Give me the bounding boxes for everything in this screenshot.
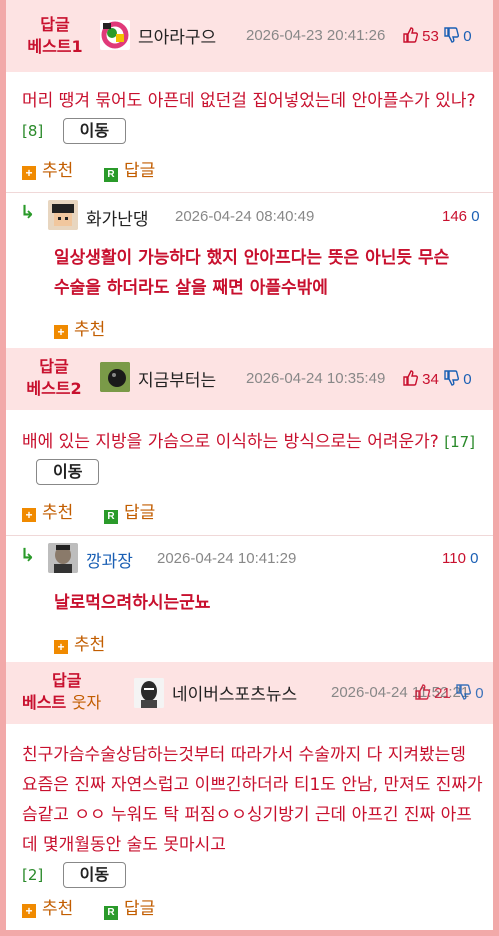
reply-count: [17] [444,433,476,451]
nickname[interactable]: 화가난댕 [86,205,149,230]
plus-icon: + [22,508,36,522]
plus-icon: + [54,640,68,654]
comment-date: 2026-04-24 10:35:49 [246,370,386,387]
recommend-button[interactable]: + 추천 [22,498,73,523]
comment-body: 친구가슴수술상담하는것부터 따라가서 수술까지 다 지켜봤는뎅 요즘은 진짜 자… [22,740,484,890]
avatar[interactable] [134,678,164,708]
reply-label: 답글 [124,503,156,523]
best-badge: 답글 베스트 웃자 [16,670,116,714]
vote-counts: 53 0 [402,27,472,47]
comment-text: 배에 있는 지방을 가슴으로 이식하는 방식으로는 어려운가? [22,432,439,452]
recommend-label: 추천 [74,320,106,340]
vote-counts: 110 0 [442,550,478,567]
nickname[interactable]: 깡과장 [86,547,133,572]
move-button[interactable]: 이동 [36,459,100,485]
recommend-button[interactable]: + 추천 [54,630,105,655]
recommend-label: 추천 [74,635,106,655]
plus-icon: + [54,325,68,339]
nickname[interactable]: 네이버스포츠뉴스 [172,680,297,705]
best-badge-bottom: 베스트2 [26,379,82,398]
reply-r-icon: R [104,906,118,920]
downvote-count: 0 [463,370,472,388]
downvote-count: 0 [463,27,472,45]
divider [6,192,493,193]
upvote-count: 53 [422,27,439,45]
comment-list: 답글 베스트1 므아라구으 2026-04-23 20:41:26 53 0 머… [6,0,493,930]
best-badge: 답글 베스트1 [20,14,90,58]
recommend-button[interactable]: + 추천 [22,156,73,181]
reply-r-icon: R [104,510,118,524]
upvote-count: 21 [434,684,451,702]
best-badge-bottom: 베스트 [22,693,67,712]
avatar[interactable] [48,543,78,573]
recommend-button[interactable]: + 추천 [54,315,105,340]
recommend-label: 추천 [42,899,74,919]
reply-label: 답글 [124,899,156,919]
comment-body: 날로먹으려하시는군뇨 [54,593,211,613]
nickname[interactable]: 므아라구으 [138,23,216,48]
category-tag[interactable]: 웃자 [72,693,101,712]
downvote-count: 0 [470,550,479,567]
thumbs-up-icon[interactable] [402,370,418,390]
reply-button[interactable]: R 답글 [104,894,155,920]
best-badge-top: 답글 [40,15,70,34]
reply-count: [2] [22,866,44,884]
comment-date: 2026-04-24 08:40:49 [175,208,315,225]
comment-body: 머리 땡겨 묶어도 아픈데 없던걸 집어넣었는데 안아플수가 있나? [8] 이… [22,86,482,146]
upvote-count: 146 [442,208,468,225]
vote-counts: 21 0 [414,684,484,704]
reply-arrow-icon: ↳ [20,545,36,566]
reply-r-icon: R [104,168,118,182]
comment-body: 배에 있는 지방을 가슴으로 이식하는 방식으로는 어려운가? [17] 이동 [22,427,482,487]
best-badge-bottom: 베스트1 [27,37,83,56]
nickname[interactable]: 지금부터는 [138,366,216,391]
best-badge-top: 답글 [39,357,69,376]
reply-arrow-icon: ↳ [20,202,36,223]
plus-icon: + [22,904,36,918]
best-badge-top: 답글 [52,671,82,690]
vote-counts: 34 0 [402,370,472,390]
comment-body: 일상생활이 가능하다 했지 안아프다는 뜻은 아닌듯 무슨 수술을 하더라도 살… [54,248,450,298]
thumbs-down-icon[interactable] [443,27,460,47]
reply-button[interactable]: R 답글 [104,498,155,524]
best-badge: 답글 베스트2 [14,356,94,400]
upvote-count: 34 [422,370,439,388]
thumbs-down-icon[interactable] [443,370,460,390]
downvote-count: 0 [471,208,480,225]
plus-icon: + [22,166,36,180]
comment-date: 2026-04-24 10:41:29 [157,550,297,567]
reply-count: [8] [22,122,44,140]
comment-date: 2026-04-23 20:41:26 [246,27,386,44]
move-button[interactable]: 이동 [62,118,127,144]
reply-label: 답글 [124,161,156,181]
comment-text: 친구가슴수술상담하는것부터 따라가서 수술까지 다 지켜봤는뎅 요즘은 진짜 자… [22,745,483,855]
avatar[interactable] [100,20,130,50]
comment-text: 머리 땡겨 묶어도 아픈데 없던걸 집어넣었는데 안아플수가 있나? [22,91,476,111]
avatar[interactable] [100,362,130,392]
recommend-button[interactable]: + 추천 [22,894,73,919]
vote-counts: 146 0 [442,208,480,225]
thumbs-down-icon[interactable] [455,684,472,704]
avatar[interactable] [48,200,78,230]
thumbs-up-icon[interactable] [402,27,418,47]
recommend-label: 추천 [42,161,74,181]
upvote-count: 110 [442,550,466,567]
divider [6,535,493,536]
move-button[interactable]: 이동 [62,862,127,888]
thumbs-up-icon[interactable] [414,684,430,704]
reply-button[interactable]: R 답글 [104,156,155,182]
downvote-count: 0 [475,684,484,702]
recommend-label: 추천 [42,503,74,523]
